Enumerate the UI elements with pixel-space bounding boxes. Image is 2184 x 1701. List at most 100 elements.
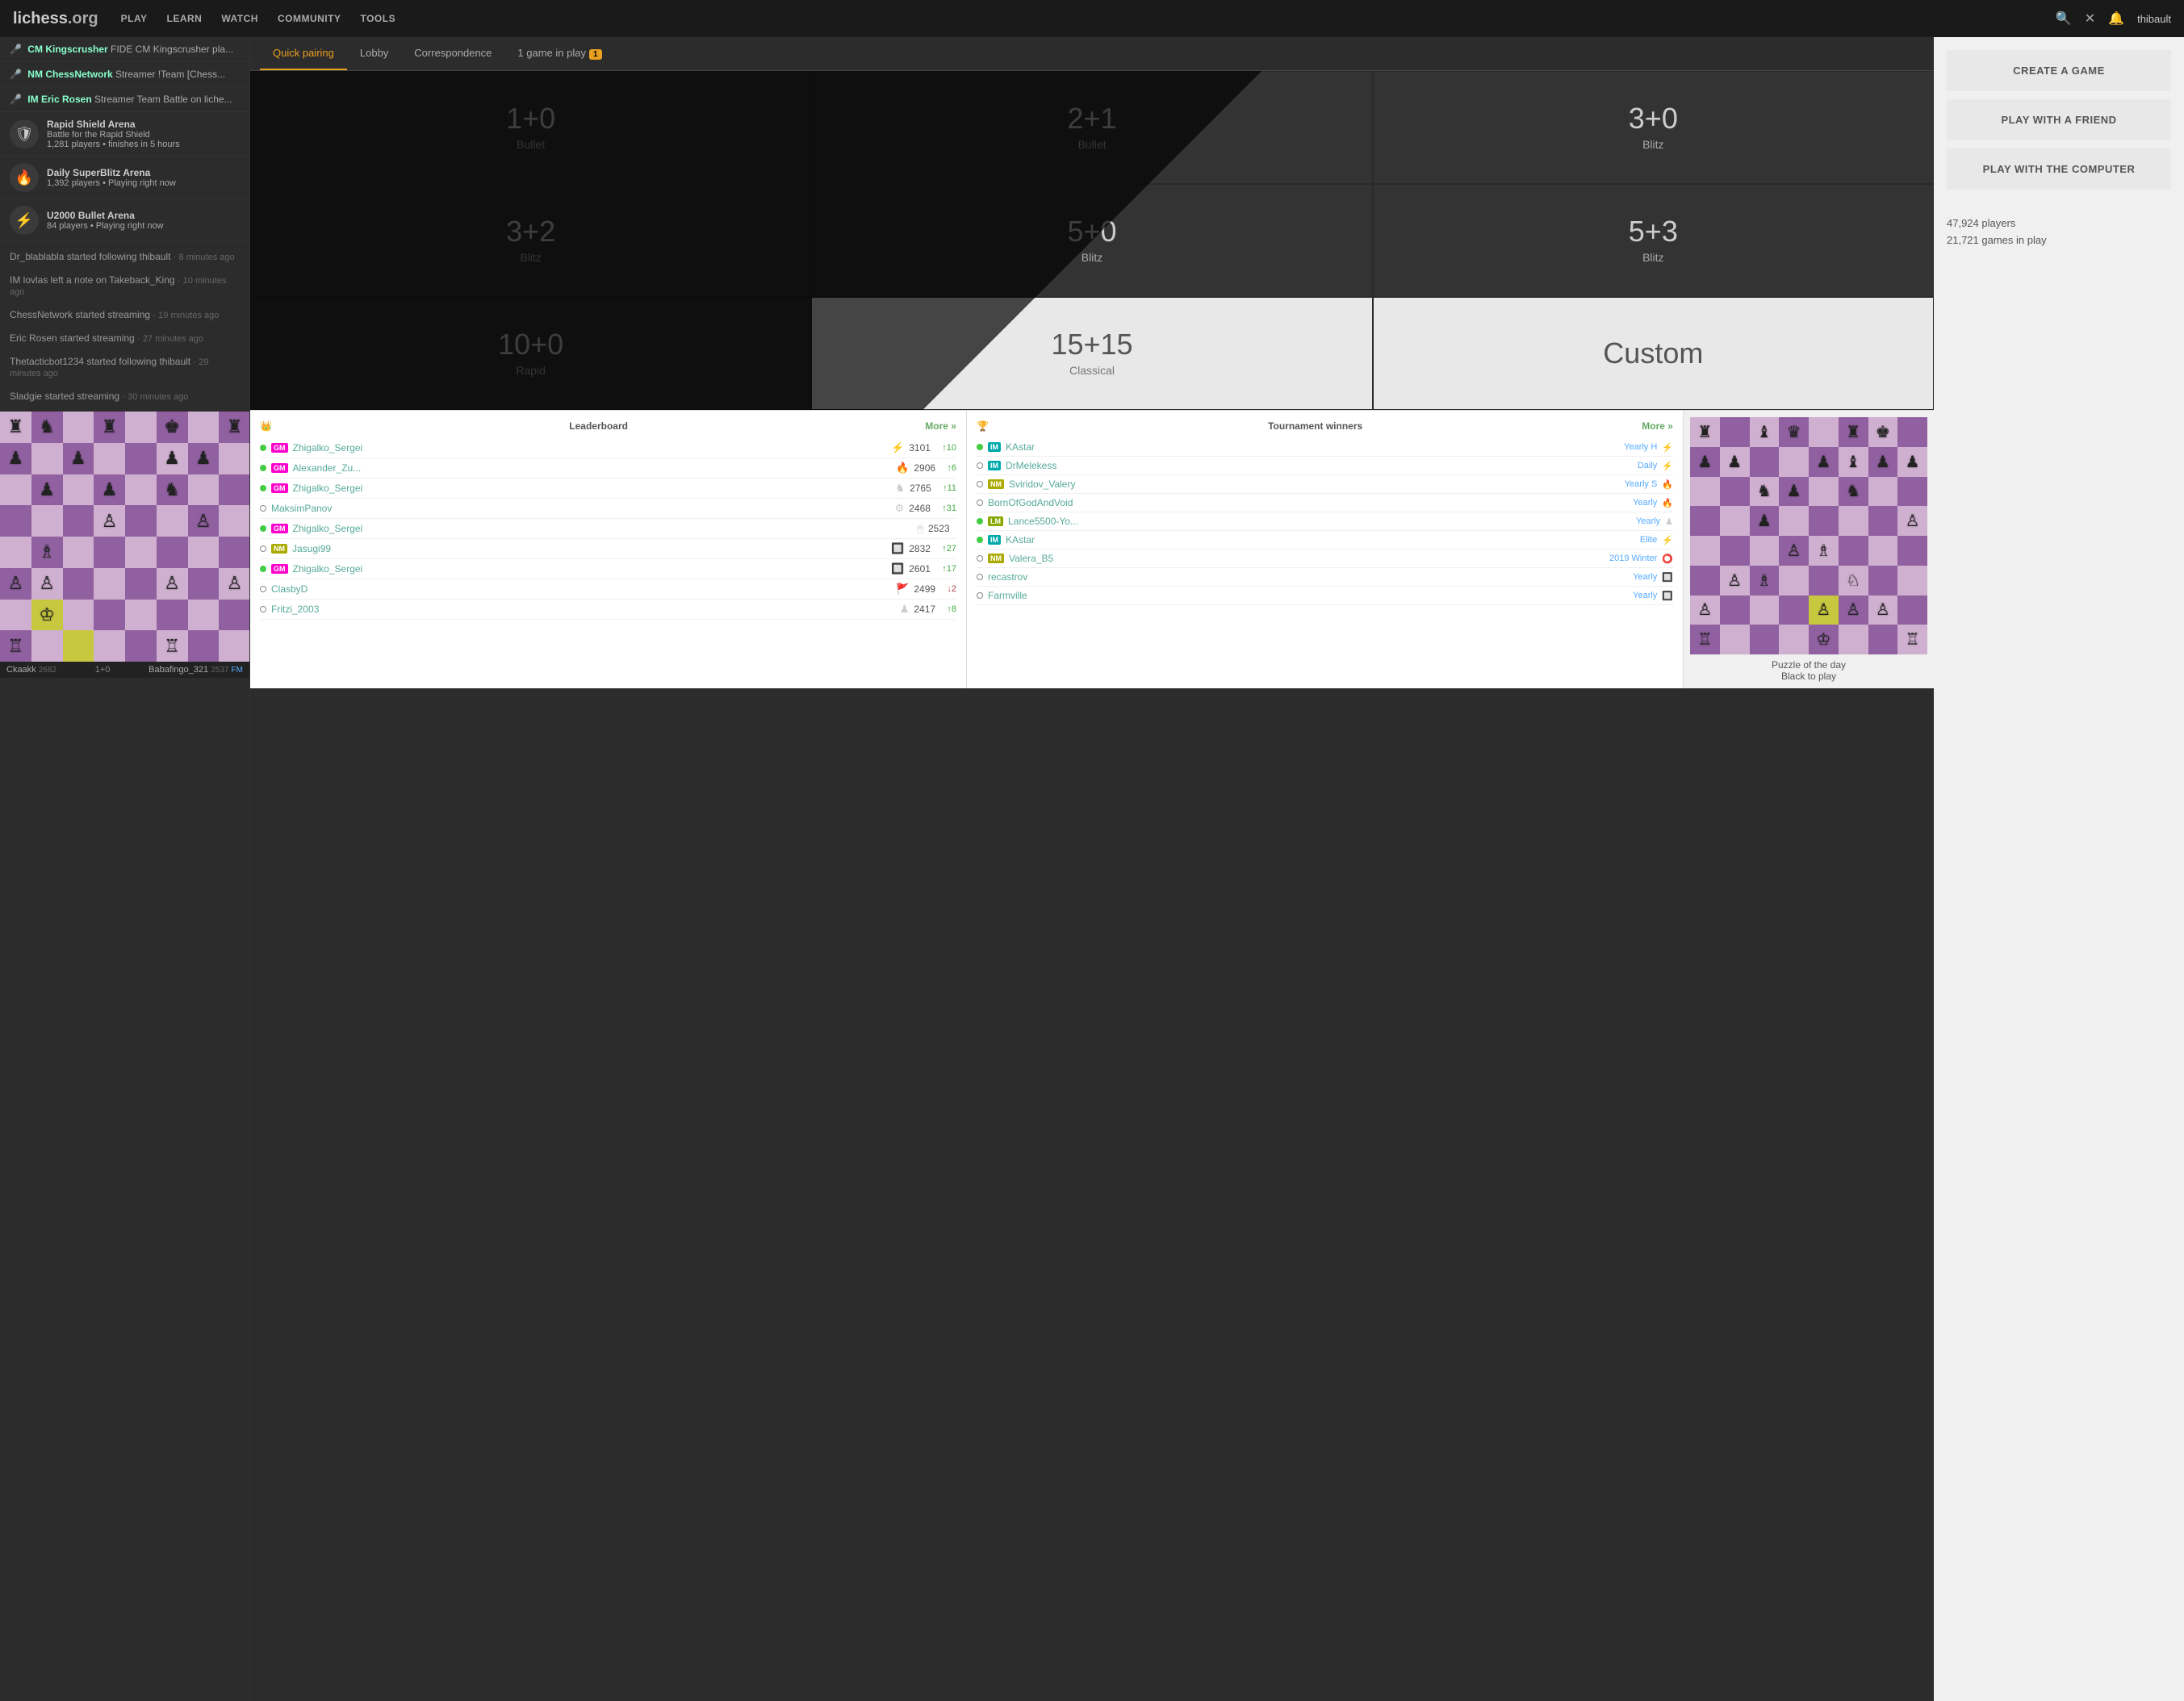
winner-name[interactable]: KAstar	[1006, 534, 1635, 545]
tournament-icon: 🔲	[1662, 591, 1673, 601]
leaderboard-row-0[interactable]: GM Zhigalko_Sergei ⚡ 3101 ↑10	[260, 438, 956, 458]
player-name[interactable]: Zhigalko_Sergei	[293, 442, 887, 453]
leaderboard-row-2[interactable]: GM Zhigalko_Sergei ♞ 2765 ↑11	[260, 479, 956, 499]
nav-learn[interactable]: LEARN	[167, 13, 203, 24]
play-computer-button[interactable]: PLAY WITH THE COMPUTER	[1947, 148, 2171, 190]
leaderboard-row-1[interactable]: GM Alexander_Zu... 🔥 2906 ↑6	[260, 458, 956, 479]
pairing-1-0[interactable]: 1+0 Bullet	[250, 71, 811, 184]
search-icon[interactable]: 🔍	[2056, 10, 2072, 27]
puzzle-square-5-2: ♗	[1750, 566, 1780, 596]
pairing-2-1[interactable]: 5+0 Blitz	[811, 184, 1372, 297]
winner-name[interactable]: KAstar	[1006, 441, 1619, 453]
winner-name[interactable]: DrMelekess	[1006, 460, 1633, 471]
tab-correspondence[interactable]: Correspondence	[401, 37, 504, 70]
tab-quick-pairing[interactable]: Quick pairing	[260, 37, 347, 70]
tournament-winner-row-7[interactable]: recastrov Yearly 🔲	[977, 568, 1673, 587]
close-icon[interactable]: ✕	[2085, 10, 2095, 27]
leaderboard-row-4[interactable]: GM Zhigalko_Sergei 🖱 2523	[260, 519, 956, 539]
winner-name[interactable]: Valera_B5	[1009, 553, 1605, 564]
player-name[interactable]: Fritzi_2003	[271, 604, 895, 615]
title-badge: LM	[988, 516, 1003, 526]
username[interactable]: thibault	[2137, 13, 2171, 25]
pairing-3-0[interactable]: 10+0 Rapid	[250, 297, 811, 410]
tournament-type: 2019 Winter	[1609, 554, 1657, 563]
tournament-winner-row-0[interactable]: IM KAstar Yearly H ⚡	[977, 438, 1673, 457]
winner-name[interactable]: Farmville	[988, 590, 1628, 601]
activity-0: Dr_blablabla started following thibault …	[0, 245, 249, 269]
mini-square-5-1: ♙	[31, 568, 63, 600]
leaderboard-row-7[interactable]: ClasbyD 🚩 2499 ↓2	[260, 579, 956, 600]
bell-icon[interactable]: 🔔	[2108, 10, 2124, 27]
leaderboard-row-6[interactable]: GM Zhigalko_Sergei 🔲 2601 ↑17	[260, 559, 956, 579]
pairing-2-2[interactable]: 5+3 Blitz	[1373, 184, 1934, 297]
tournament-bullet[interactable]: ⚡ U2000 Bullet Arena 84 players • Playin…	[0, 199, 249, 242]
tournament-rapid-shield[interactable]: 🛡 Rapid Shield Arena Battle for the Rapi…	[0, 112, 249, 157]
winner-name[interactable]: Lance5500-Yo...	[1008, 516, 1631, 527]
type-3-1: Classical	[1069, 364, 1115, 377]
winner-name[interactable]: recastrov	[988, 571, 1628, 583]
tournament-winners-panel: 🏆 Tournament winners More » IM KAstar Ye…	[967, 411, 1684, 688]
nav-watch[interactable]: WATCH	[221, 13, 258, 24]
tournament-type: Daily	[1638, 461, 1657, 470]
tournament-winner-row-2[interactable]: NM Sviridov_Valery Yearly S 🔥	[977, 475, 1673, 494]
leaderboard-more[interactable]: More »	[925, 420, 956, 432]
player-name[interactable]: Jasugi99	[292, 543, 886, 554]
create-game-button[interactable]: CREATE A GAME	[1947, 50, 2171, 91]
tournament-superblitz[interactable]: 🔥 Daily SuperBlitz Arena 1,392 players •…	[0, 157, 249, 199]
tab-game-in-play[interactable]: 1 game in play1	[504, 37, 614, 70]
leaderboard-row-3[interactable]: MaksimPanov ⚙ 2468 ↑31	[260, 499, 956, 519]
tournament-winner-row-4[interactable]: LM Lance5500-Yo... Yearly ♟	[977, 512, 1673, 531]
player-name[interactable]: MaksimPanov	[271, 503, 890, 514]
logo[interactable]: lichess.org	[13, 10, 98, 28]
tournament-winner-row-1[interactable]: IM DrMelekess Daily ⚡	[977, 457, 1673, 475]
nav-community[interactable]: COMMUNITY	[278, 13, 341, 24]
mini-square-3-5	[157, 505, 188, 537]
streamer-kingscrusher[interactable]: 🎤 CM Kingscrusher FIDE CM Kingscrusher p…	[0, 37, 249, 62]
nav-right: 🔍 ✕ 🔔 thibault	[2056, 10, 2171, 27]
puzzle-title: Puzzle of the day	[1772, 659, 1846, 671]
player-name[interactable]: Zhigalko_Sergei	[293, 523, 913, 534]
winner-name[interactable]: BornOfGodAndVoid	[988, 497, 1628, 508]
puzzle-board[interactable]: ♜♝♛♜♚♟♟♟♝♟♟♞♟♞♟♙♙♗♙♗♘♙♙♙♙♖♔♖	[1690, 417, 1927, 654]
leaderboard-row-5[interactable]: NM Jasugi99 🔲 2832 ↑27	[260, 539, 956, 559]
player-name[interactable]: Alexander_Zu...	[293, 462, 892, 474]
tab-lobby[interactable]: Lobby	[347, 37, 401, 70]
tournament-more[interactable]: More »	[1642, 420, 1673, 432]
tournament-winner-row-5[interactable]: IM KAstar Elite ⚡	[977, 531, 1673, 550]
tournament-winner-row-6[interactable]: NM Valera_B5 2019 Winter ⭕	[977, 550, 1673, 568]
activity-time3: · 27 minutes ago	[137, 334, 203, 344]
winner-name[interactable]: Sviridov_Valery	[1009, 479, 1620, 490]
activity-text1: IM lovlas left a note on Takeback_King	[10, 274, 175, 286]
nav-tools[interactable]: TOOLS	[360, 13, 395, 24]
pairing-3-1[interactable]: 15+15 Classical	[811, 297, 1372, 410]
player-rating: 2417	[914, 604, 942, 615]
nav-play[interactable]: PLAY	[121, 13, 148, 24]
tournament-type: Yearly	[1636, 516, 1660, 526]
puzzle-square-7-1	[1720, 625, 1750, 654]
mini-square-2-4	[125, 474, 157, 506]
player-name[interactable]: Zhigalko_Sergei	[293, 483, 891, 494]
pairing-1-2[interactable]: 3+0 Blitz	[1373, 71, 1934, 184]
time-1-0: 1+0	[506, 104, 555, 133]
play-friend-button[interactable]: PLAY WITH A FRIEND	[1947, 99, 2171, 140]
puzzle-square-0-7	[1897, 417, 1927, 447]
streamer-ericrosen[interactable]: 🎤 IM Eric Rosen Streamer Team Battle on …	[0, 87, 249, 112]
online-dot	[977, 555, 983, 562]
pairing-1-1[interactable]: 2+1 Bullet	[811, 71, 1372, 184]
tournament-winner-row-3[interactable]: BornOfGodAndVoid Yearly 🔥	[977, 494, 1673, 512]
streamer-chessnetwork[interactable]: 🎤 NM ChessNetwork Streamer !Team [Chess.…	[0, 62, 249, 87]
mini-square-7-1	[31, 630, 63, 662]
mic-icon: 🎤	[10, 44, 22, 55]
player-gain: ↓2	[947, 584, 956, 594]
tournament-icon: ♟	[1665, 516, 1673, 527]
tournament-winner-row-8[interactable]: Farmville Yearly 🔲	[977, 587, 1673, 605]
mini-board[interactable]: ♜♞♜♚♜♟♟♟♟♟♟♞♙♙♗♙♙♙♙♔♖♖	[0, 412, 250, 662]
player-name[interactable]: ClasbyD	[271, 583, 891, 595]
puzzle-square-7-7: ♖	[1897, 625, 1927, 654]
leaderboard-row-8[interactable]: Fritzi_2003 ♟ 2417 ↑8	[260, 600, 956, 620]
title-badge: GM	[271, 564, 288, 574]
game-type-icon: 🔲	[891, 562, 904, 575]
pairing-2-0[interactable]: 3+2 Blitz	[250, 184, 811, 297]
pairing-custom[interactable]: Custom	[1373, 297, 1934, 410]
player-name[interactable]: Zhigalko_Sergei	[293, 563, 887, 575]
